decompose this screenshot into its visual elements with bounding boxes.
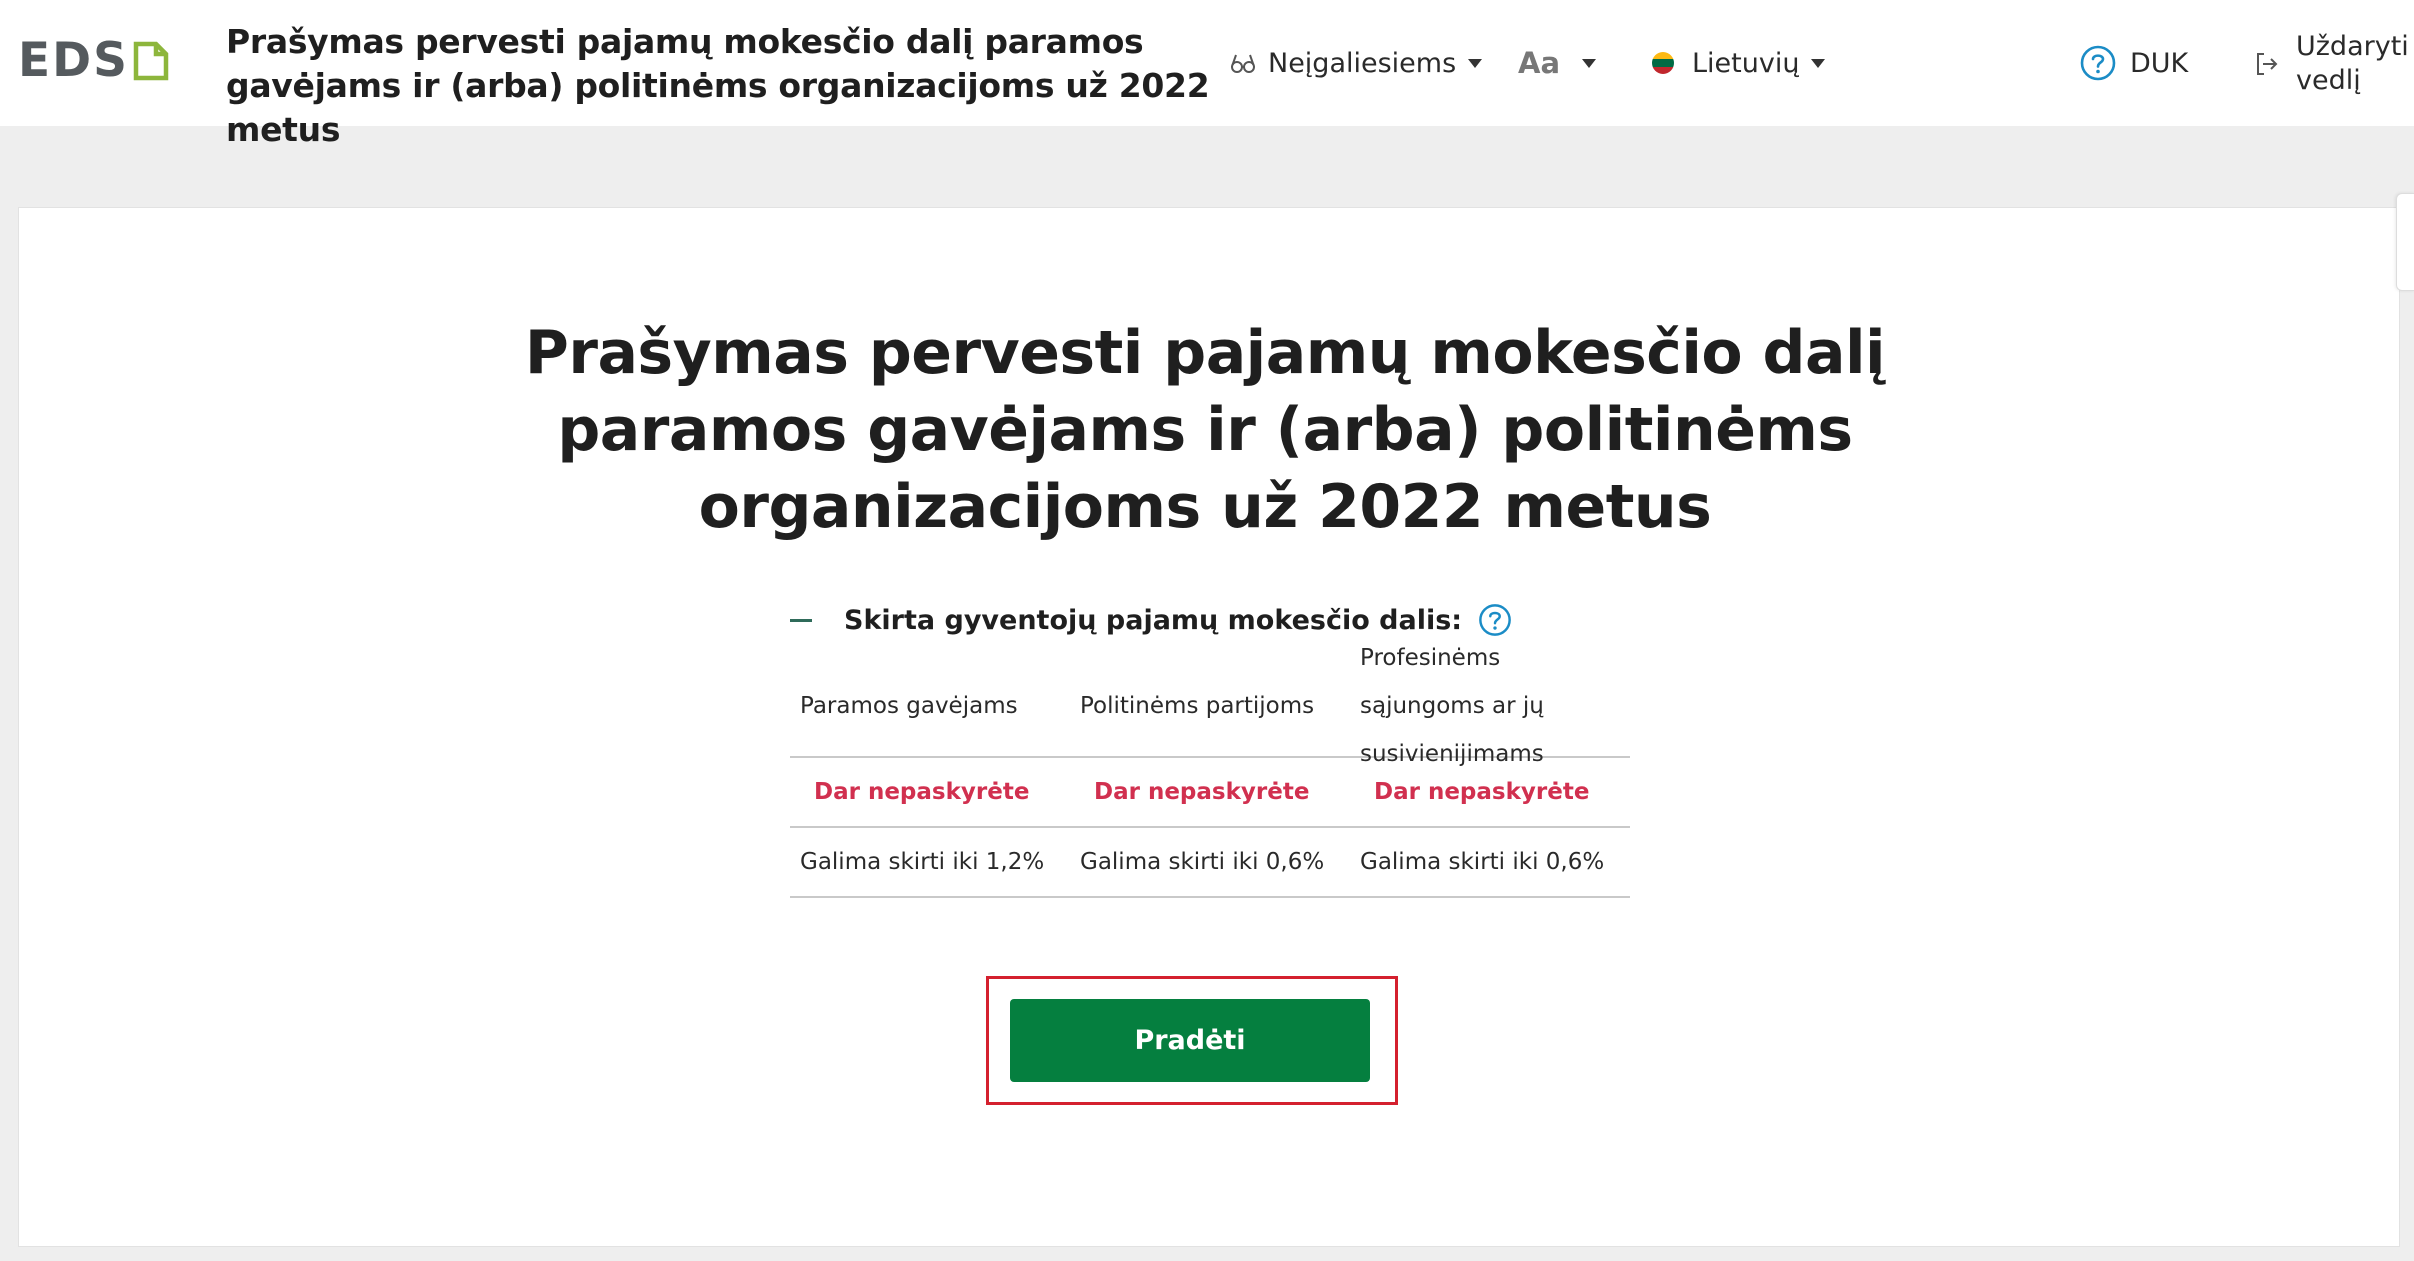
chevron-down-icon: [1582, 58, 1597, 68]
side-panel-tab[interactable]: [2396, 193, 2414, 291]
table-row: Galima skirti iki 1,2% Galima skirti iki…: [790, 828, 1630, 898]
eds-logo[interactable]: EDS: [18, 33, 169, 88]
logout-icon: [2257, 53, 2278, 75]
help-circle-icon: [2080, 45, 2116, 81]
limit-text: Galima skirti iki 0,6%: [1080, 849, 1325, 875]
close-wizard-button[interactable]: Uždaryti vedlį: [2254, 28, 2409, 100]
font-size-label: Aa: [1518, 46, 1561, 80]
section-label: Skirta gyventojų pajamų mokesčio dalis:: [844, 604, 1463, 636]
logo-text: EDS: [18, 33, 129, 88]
limit-text: Galima skirti iki 0,6%: [1360, 849, 1605, 875]
chevron-down-icon: [1468, 58, 1483, 68]
column-header: Politinėms partijoms: [1080, 692, 1315, 719]
accessibility-dropdown[interactable]: Neįgaliesiems: [1230, 40, 1483, 86]
help-circle-icon[interactable]: [1478, 603, 1512, 637]
document-icon: [133, 41, 169, 81]
limit-text: Galima skirti iki 1,2%: [800, 849, 1045, 875]
status-text: Dar nepaskyrėte: [1374, 779, 1590, 805]
allocation-table: Paramos gavėjams Politinėms partijoms Pr…: [790, 644, 1630, 898]
table-row: Dar nepaskyrėte Dar nepaskyrėte Dar nepa…: [790, 758, 1630, 828]
column-header: Paramos gavėjams: [800, 692, 1018, 719]
close-wizard-label: Uždaryti vedlį: [2296, 31, 2409, 96]
accessibility-label: Neįgaliesiems: [1268, 47, 1457, 79]
column-header: Profesinėms sąjungoms ar jų susivienijim…: [1360, 644, 1544, 767]
faq-label: DUK: [2130, 47, 2189, 79]
language-dropdown[interactable]: Lietuvių: [1652, 40, 1826, 86]
chevron-down-icon: [1811, 58, 1826, 68]
top-header: EDS Prašymas pervesti pajamų mokesčio da…: [0, 0, 2414, 149]
collapse-icon[interactable]: [790, 618, 812, 622]
lithuania-flag-icon: [1652, 52, 1674, 74]
status-text: Dar nepaskyrėte: [1094, 779, 1310, 805]
language-label: Lietuvių: [1692, 47, 1800, 79]
start-button[interactable]: Pradėti: [1010, 999, 1370, 1082]
faq-link[interactable]: DUK: [2080, 40, 2188, 86]
header-title: Prašymas pervesti pajamų mokesčio dalį p…: [226, 22, 1210, 149]
page-title: Prašymas pervesti pajamų mokesčio dalį p…: [524, 318, 1886, 542]
status-text: Dar nepaskyrėte: [814, 779, 1030, 805]
font-size-dropdown[interactable]: Aa: [1518, 40, 1597, 86]
table-header-row: Paramos gavėjams Politinėms partijoms Pr…: [790, 644, 1630, 767]
glasses-icon: [1231, 54, 1255, 73]
